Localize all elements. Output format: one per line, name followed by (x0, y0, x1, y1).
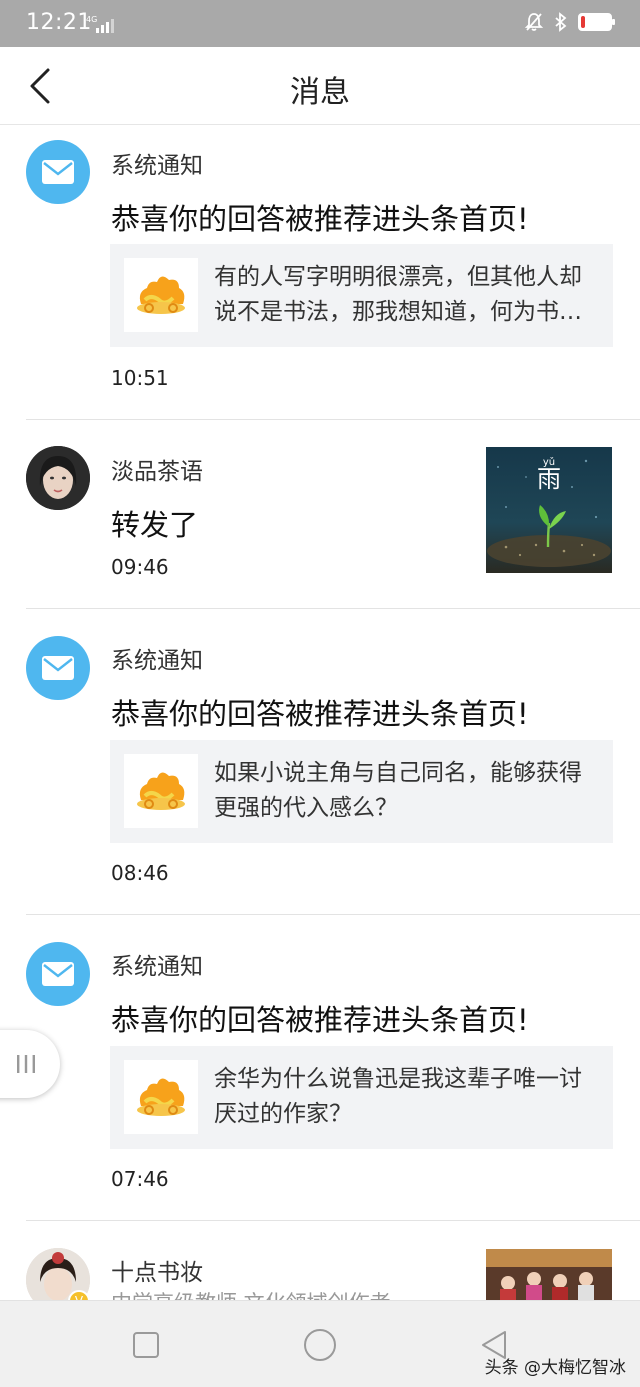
question-thumbnail (124, 754, 198, 828)
list-item[interactable]: 系统通知 恭喜你的回答被推荐进头条首页! 如果小说主角与自己同名，能够获得更强的… (26, 609, 640, 915)
toutiao-cloud-logo-icon (137, 1078, 185, 1116)
sender-name: 十点书妆 (111, 1260, 203, 1286)
sender-name: 系统通知 (111, 153, 203, 179)
mail-icon (42, 656, 74, 680)
article-thumbnail[interactable]: yǔ 雨 (486, 447, 612, 573)
status-time: 12:21 (26, 10, 92, 35)
message-text: 恭喜你的回答被推荐进头条首页! (111, 1003, 529, 1037)
quoted-question-text: 如果小说主角与自己同名，能够获得更强的代入感么？ (214, 760, 582, 821)
bluetooth-icon (555, 12, 567, 32)
three-bars-icon (17, 1055, 35, 1073)
quoted-question-card[interactable]: 如果小说主角与自己同名，能够获得更强的代入感么？ (110, 740, 613, 843)
group-photo-image (486, 1249, 612, 1300)
article-thumbnail[interactable] (486, 1249, 612, 1300)
sender-name: 淡品茶语 (111, 459, 203, 485)
message-time: 09:46 (111, 555, 169, 579)
mail-avatar (26, 140, 90, 204)
user-avatar[interactable] (26, 446, 90, 510)
header: 消息 (0, 47, 640, 125)
network-label: 4G (86, 15, 97, 24)
avatar-portrait (26, 446, 90, 510)
square-icon (133, 1332, 159, 1358)
home-button[interactable] (300, 1327, 340, 1363)
page-title: 消息 (290, 75, 350, 110)
battery-icon (578, 13, 615, 31)
quoted-question-card[interactable]: 有的人写字明明很漂亮，但其他人却说不是书法，那我想知道，何为书法？ (110, 244, 613, 347)
question-thumbnail (124, 258, 198, 332)
watermark: 头条 @大梅忆智冰 (484, 1358, 626, 1378)
quoted-question-card[interactable]: 余华为什么说鲁迅是我这辈子唯一讨厌过的作家？ (110, 1046, 613, 1149)
status-bar: 12:21 4G (0, 0, 640, 47)
sender-subtitle: 中学高级教师 文化领域创作者 (111, 1287, 391, 1300)
recent-apps-button[interactable] (126, 1327, 166, 1363)
signal-icon: 4G (86, 15, 114, 33)
message-time: 08:46 (111, 861, 169, 885)
list-item[interactable]: 淡品茶语 转发了 09:46 yǔ 雨 (26, 420, 640, 609)
mail-icon (42, 962, 74, 986)
question-thumbnail (124, 1060, 198, 1134)
rain-sprout-image: yǔ 雨 (486, 447, 612, 573)
circle-icon (304, 1329, 336, 1361)
message-list[interactable]: 系统通知 恭喜你的回答被推荐进头条首页! 有的人写字明明很漂亮，但其他人却说不是… (0, 126, 640, 1300)
list-item[interactable]: 系统通知 恭喜你的回答被推荐进头条首页! 余华为什么说鲁迅是我这辈子唯一讨厌过的… (26, 915, 640, 1221)
toutiao-cloud-logo-icon (137, 772, 185, 810)
system-nav-bar: 头条 @大梅忆智冰 (0, 1300, 640, 1387)
message-text: 恭喜你的回答被推荐进头条首页! (111, 697, 529, 731)
message-time: 10:51 (111, 366, 169, 390)
quoted-question-text: 有的人写字明明很漂亮，但其他人却说不是书法，那我想知道，何为书法？ (214, 264, 582, 325)
mail-avatar (26, 942, 90, 1006)
mute-bell-icon (524, 13, 544, 31)
quoted-question-text: 余华为什么说鲁迅是我这辈子唯一讨厌过的作家？ (214, 1066, 582, 1127)
battery-level (581, 16, 585, 28)
toutiao-cloud-logo-icon (137, 276, 185, 314)
sender-name: 系统通知 (111, 648, 203, 674)
sender-name: 系统通知 (111, 954, 203, 980)
message-text: 恭喜你的回答被推荐进头条首页! (111, 202, 529, 236)
mail-avatar (26, 636, 90, 700)
list-item[interactable]: 系统通知 恭喜你的回答被推荐进头条首页! 有的人写字明明很漂亮，但其他人却说不是… (26, 126, 640, 420)
message-time: 07:46 (111, 1167, 169, 1191)
list-item[interactable]: V 十点书妆 中学高级教师 文化领域创作者 (26, 1221, 640, 1300)
message-text: 转发了 (111, 508, 199, 542)
thumb-character: 雨 (537, 465, 561, 493)
mail-icon (42, 160, 74, 184)
